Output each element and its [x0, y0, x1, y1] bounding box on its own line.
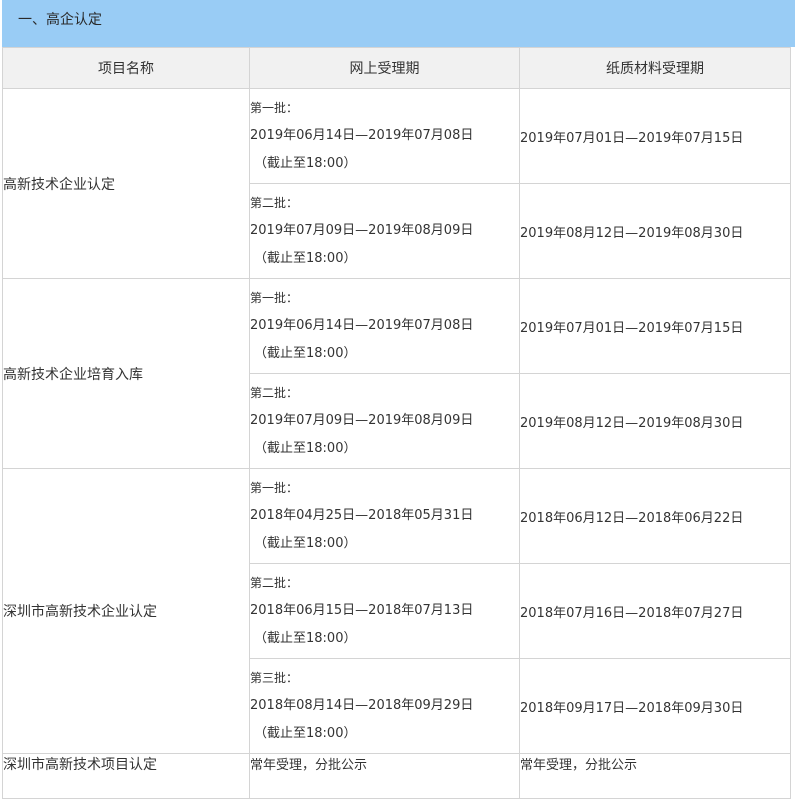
deadline-note: （截止至18:00） [254, 536, 357, 551]
online-date-range: 2019年06月14日—2019年07月08日 [250, 128, 474, 143]
schedule-table: 项目名称 网上受理期 纸质材料受理期 高新技术企业认定 第一批： 2019年06… [2, 47, 791, 799]
paper-period-cell: 2019年07月01日—2019年07月15日 [519, 88, 791, 184]
paper-period-cell: 2018年06月12日—2018年06月22日 [519, 468, 791, 564]
project-name-cell: 高新技术企业认定 [2, 88, 250, 279]
online-date-range: 2018年08月14日—2018年09月29日 [250, 698, 474, 713]
deadline-note: （截止至18:00） [254, 156, 357, 171]
online-period-cell: 第二批： 2018年06月15日—2018年07月13日 （截止至18:00） [249, 563, 520, 659]
deadline-note: （截止至18:00） [254, 251, 357, 266]
section-title: 一、高企认定 [18, 12, 102, 28]
deadline-note: （截止至18:00） [254, 726, 357, 741]
paper-period-cell: 2018年09月17日—2018年09月30日 [519, 658, 791, 754]
online-date-range: 2018年06月15日—2018年07月13日 [250, 603, 474, 618]
online-period-cell: 第二批： 2019年07月09日—2019年08月09日 （截止至18:00） [249, 373, 520, 469]
online-period-cell: 第一批： 2018年04月25日—2018年05月31日 （截止至18:00） [249, 468, 520, 564]
batch-label: 第一批： [250, 101, 299, 115]
batch-label: 第二批： [250, 196, 299, 210]
table-row: 深圳市高新技术企业认定 第一批： 2018年04月25日—2018年05月31日… [2, 468, 791, 754]
table-row: 高新技术企业认定 第一批： 2019年06月14日—2019年07月08日 （截… [2, 88, 791, 279]
project-name-cell: 深圳市高新技术企业认定 [2, 468, 250, 754]
deadline-note: （截止至18:00） [254, 631, 357, 646]
header-project-name: 项目名称 [2, 47, 250, 89]
right-scroll-edge [790, 47, 795, 792]
online-date-range: 2019年06月14日—2019年07月08日 [250, 318, 474, 333]
batch-label: 第一批： [250, 291, 299, 305]
paper-period-cell: 2019年07月01日—2019年07月15日 [519, 278, 791, 374]
table-row: 高新技术企业培育入库 第一批： 2019年06月14日—2019年07月08日 … [2, 278, 791, 469]
online-period-cell: 第一批： 2019年06月14日—2019年07月08日 （截止至18:00） [249, 88, 520, 184]
paper-period-cell: 2018年07月16日—2018年07月27日 [519, 563, 791, 659]
online-date-range: 2018年04月25日—2018年05月31日 [250, 508, 474, 523]
batch-label: 第三批： [250, 671, 299, 685]
table-header-row: 项目名称 网上受理期 纸质材料受理期 [2, 47, 791, 89]
project-name-cell: 高新技术企业培育入库 [2, 278, 250, 469]
online-period-cell: 第二批： 2019年07月09日—2019年08月09日 （截止至18:00） [249, 183, 520, 279]
online-date-range: 2019年07月09日—2019年08月09日 [250, 223, 474, 238]
online-period-cell: 第一批： 2019年06月14日—2019年07月08日 （截止至18:00） [249, 278, 520, 374]
paper-period-cell: 2019年08月12日—2019年08月30日 [519, 373, 791, 469]
batch-label: 第二批： [250, 576, 299, 590]
batch-label: 第二批： [250, 386, 299, 400]
header-online-period: 网上受理期 [249, 47, 520, 89]
deadline-note: （截止至18:00） [254, 441, 357, 456]
online-date-range: 2019年07月09日—2019年08月09日 [250, 413, 474, 428]
section-header: 一、高企认定 [2, 0, 795, 47]
deadline-note: （截止至18:00） [254, 346, 357, 361]
batch-label: 第一批： [250, 481, 299, 495]
header-paper-period: 纸质材料受理期 [519, 47, 791, 89]
online-period-cell: 第三批： 2018年08月14日—2018年09月29日 （截止至18:00） [249, 658, 520, 754]
paper-period-cell: 2019年08月12日—2019年08月30日 [519, 183, 791, 279]
